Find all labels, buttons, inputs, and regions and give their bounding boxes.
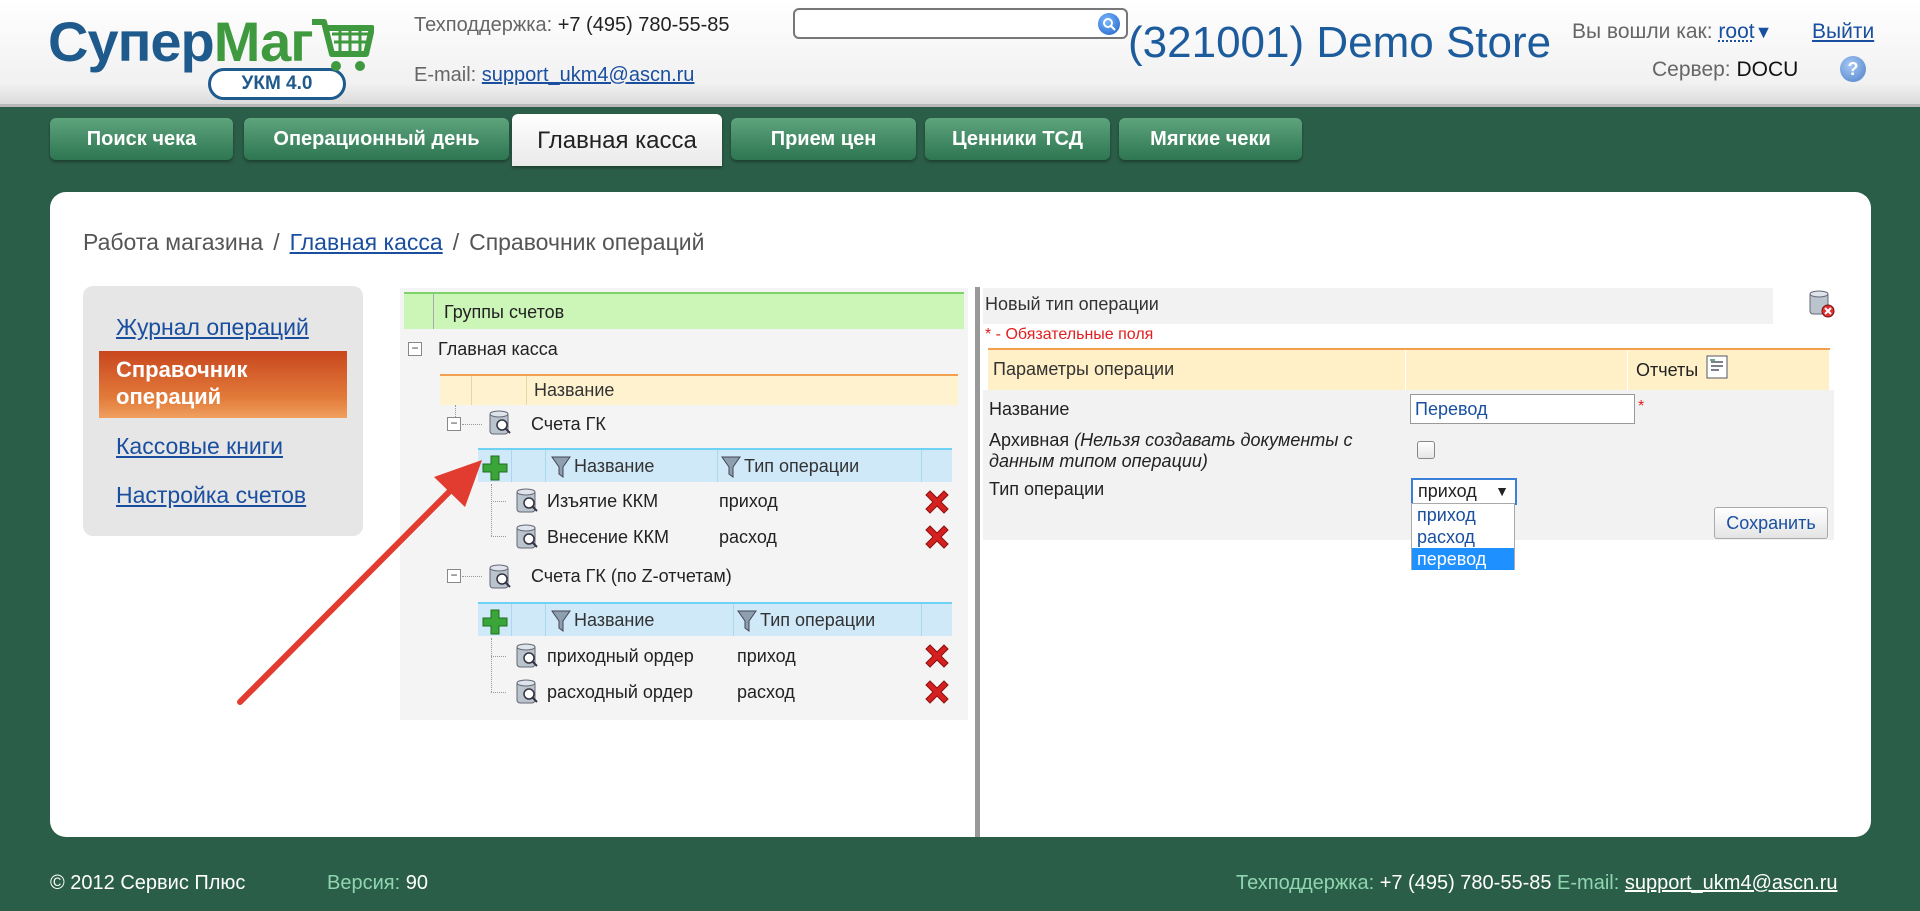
user-menu[interactable]: root <box>1718 20 1754 43</box>
chevron-down-icon: ▼ <box>1495 483 1509 499</box>
accounts-subtable-header: Название Тип операции <box>478 448 952 482</box>
tree-root-main-cash[interactable]: Главная касса <box>438 339 558 360</box>
cart-icon <box>312 19 374 71</box>
nav-operations-journal[interactable]: Журнал операций <box>116 314 309 341</box>
logo-text: СуперМаг <box>48 10 314 73</box>
tab-operational-day[interactable]: Операционный день <box>244 118 509 160</box>
tab-price-tags-tsd[interactable]: Ценники ТСД <box>925 118 1110 160</box>
breadcrumb-current: Справочник операций <box>469 229 705 255</box>
annotation-arrow <box>237 460 482 705</box>
name-label: Название <box>989 399 1070 419</box>
panel-splitter[interactable] <box>975 287 980 837</box>
params-header: Параметры операции <box>988 348 1830 390</box>
filter-icon[interactable] <box>550 609 572 633</box>
support-email-link[interactable]: support_ukm4@ascn.ru <box>482 64 695 86</box>
required-fields-note: * - Обязательные поля <box>985 326 1154 343</box>
group-accounts-gk-z[interactable]: Счета ГК (по Z-отчетам) <box>531 566 732 587</box>
delete-icon[interactable] <box>923 488 951 516</box>
option-transfer[interactable]: перевод <box>1412 548 1514 570</box>
operation-type-dropdown: приход расход перевод <box>1411 503 1515 570</box>
footer-email-link[interactable]: support_ukm4@ascn.ru <box>1625 872 1838 894</box>
store-title: (321001) Demo Store <box>1128 18 1552 67</box>
option-income[interactable]: приход <box>1412 504 1514 526</box>
tab-main-cash[interactable]: Главная касса <box>512 114 722 166</box>
groups-header: Группы счетов <box>404 292 964 329</box>
form-header: Новый тип операции <box>983 288 1773 324</box>
delete-icon[interactable] <box>923 523 951 551</box>
required-star: * <box>1638 398 1645 415</box>
table-row-type: приход <box>737 646 796 666</box>
operation-type-select[interactable]: приход ▼ <box>1411 478 1517 505</box>
database-icon <box>516 679 538 704</box>
caret-down-icon[interactable]: ▼ <box>1755 22 1773 42</box>
archive-label: Архивная (Нельзя создавать документы с д… <box>989 430 1353 471</box>
table-row-name[interactable]: Изъятие ККМ <box>547 491 658 512</box>
nav-operations-directory[interactable]: Справочник операций <box>99 351 347 418</box>
top-header: СуперМаг УКМ 4.0 Техподдержка: +7 (495) … <box>0 0 1920 107</box>
option-expense[interactable]: расход <box>1412 526 1514 548</box>
header-email: E-mail: support_ukm4@ascn.ru <box>414 64 695 86</box>
reports-label: Отчеты <box>1636 360 1699 380</box>
tab-price-intake[interactable]: Прием цен <box>731 118 916 160</box>
filter-icon[interactable] <box>736 609 758 633</box>
filter-icon[interactable] <box>550 455 572 479</box>
table-row-type: приход <box>719 491 778 511</box>
breadcrumb-link-main-cash[interactable]: Главная касса <box>290 229 443 255</box>
footer-copyright: © 2012 Сервис Плюс <box>50 872 246 894</box>
search-button[interactable] <box>1098 13 1120 35</box>
table-row-name[interactable]: расходный ордер <box>547 682 693 703</box>
table-row-type: расход <box>737 682 795 702</box>
operation-type-label: Тип операции <box>989 479 1105 499</box>
database-icon <box>489 410 511 435</box>
accounts-z-subtable-header: Название Тип операции <box>478 602 952 636</box>
tab-soft-receipts[interactable]: Мягкие чеки <box>1119 118 1302 160</box>
footer-version: Версия: 90 <box>327 872 428 894</box>
database-icon <box>516 643 538 668</box>
footer-support: Техподдержка: +7 (495) 780-55-85 E-mail:… <box>1236 872 1838 894</box>
collapse-icon[interactable]: − <box>447 417 461 431</box>
group-accounts-gk[interactable]: Счета ГК <box>531 414 606 435</box>
breadcrumb-root: Работа магазина <box>83 229 264 255</box>
name-column-header: Название <box>440 374 958 405</box>
server-info: Сервер: DOCU <box>1652 58 1799 81</box>
database-icon <box>516 488 538 513</box>
supermag-logo[interactable]: СуперМаг УКМ 4.0 <box>48 8 388 100</box>
tab-search-receipt[interactable]: Поиск чека <box>50 118 233 160</box>
delete-icon[interactable] <box>923 642 951 670</box>
search-icon <box>1103 18 1116 31</box>
table-row-name[interactable]: приходный ордер <box>547 646 694 667</box>
table-row-name[interactable]: Внесение ККМ <box>547 527 669 548</box>
close-form-icon[interactable] <box>1807 289 1835 319</box>
database-icon <box>516 524 538 549</box>
help-icon[interactable]: ? <box>1840 56 1866 82</box>
header-support: Техподдержка: +7 (495) 780-55-85 <box>414 14 730 36</box>
report-icon[interactable] <box>1705 354 1729 380</box>
form-title: Новый тип операции <box>985 294 1159 314</box>
table-row-type: расход <box>719 527 777 547</box>
breadcrumb: Работа магазина / Главная касса / Справочник… <box>83 229 705 255</box>
login-info: Вы вошли как: root▼ <box>1572 20 1773 43</box>
save-button[interactable]: Сохранить <box>1714 507 1828 539</box>
collapse-icon[interactable]: − <box>408 342 422 356</box>
name-input[interactable]: Перевод <box>1410 394 1635 424</box>
delete-icon[interactable] <box>923 678 951 706</box>
filter-icon[interactable] <box>720 455 742 479</box>
archive-checkbox[interactable] <box>1417 441 1435 459</box>
logout-link[interactable]: Выйти <box>1812 20 1874 44</box>
search-input[interactable] <box>793 8 1128 39</box>
